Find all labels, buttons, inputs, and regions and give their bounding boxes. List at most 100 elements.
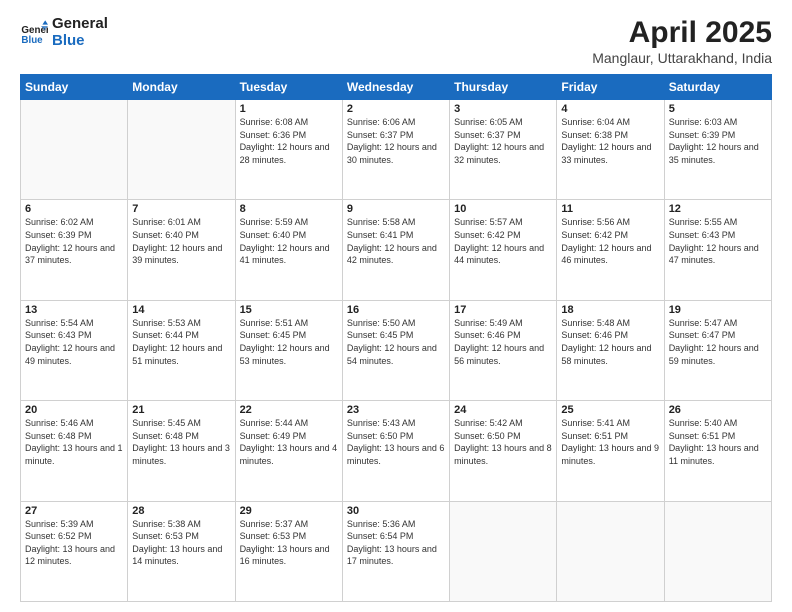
day-info: Sunrise: 5:47 AM Sunset: 6:47 PM Dayligh… xyxy=(669,317,767,367)
day-number: 6 xyxy=(25,203,123,215)
day-info: Sunrise: 5:53 AM Sunset: 6:44 PM Dayligh… xyxy=(132,317,230,367)
day-number: 13 xyxy=(25,304,123,316)
svg-text:Blue: Blue xyxy=(21,34,43,45)
calendar-cell: 1Sunrise: 6:08 AM Sunset: 6:36 PM Daylig… xyxy=(235,100,342,200)
day-info: Sunrise: 5:42 AM Sunset: 6:50 PM Dayligh… xyxy=(454,417,552,467)
day-number: 29 xyxy=(240,505,338,517)
day-number: 16 xyxy=(347,304,445,316)
calendar-body: 1Sunrise: 6:08 AM Sunset: 6:36 PM Daylig… xyxy=(21,100,772,602)
day-number: 24 xyxy=(454,404,552,416)
day-info: Sunrise: 5:50 AM Sunset: 6:45 PM Dayligh… xyxy=(347,317,445,367)
day-number: 3 xyxy=(454,103,552,115)
day-info: Sunrise: 5:51 AM Sunset: 6:45 PM Dayligh… xyxy=(240,317,338,367)
calendar-cell: 28Sunrise: 5:38 AM Sunset: 6:53 PM Dayli… xyxy=(128,501,235,601)
day-info: Sunrise: 5:43 AM Sunset: 6:50 PM Dayligh… xyxy=(347,417,445,467)
day-number: 17 xyxy=(454,304,552,316)
day-info: Sunrise: 5:37 AM Sunset: 6:53 PM Dayligh… xyxy=(240,518,338,568)
calendar-cell: 10Sunrise: 5:57 AM Sunset: 6:42 PM Dayli… xyxy=(450,200,557,300)
calendar-cell xyxy=(128,100,235,200)
calendar-cell: 3Sunrise: 6:05 AM Sunset: 6:37 PM Daylig… xyxy=(450,100,557,200)
day-number: 18 xyxy=(561,304,659,316)
calendar-cell: 11Sunrise: 5:56 AM Sunset: 6:42 PM Dayli… xyxy=(557,200,664,300)
calendar-cell: 18Sunrise: 5:48 AM Sunset: 6:46 PM Dayli… xyxy=(557,300,664,400)
calendar-cell: 21Sunrise: 5:45 AM Sunset: 6:48 PM Dayli… xyxy=(128,401,235,501)
calendar-cell: 27Sunrise: 5:39 AM Sunset: 6:52 PM Dayli… xyxy=(21,501,128,601)
calendar-header: Sunday Monday Tuesday Wednesday Thursday… xyxy=(21,75,772,100)
day-info: Sunrise: 5:38 AM Sunset: 6:53 PM Dayligh… xyxy=(132,518,230,568)
day-info: Sunrise: 5:45 AM Sunset: 6:48 PM Dayligh… xyxy=(132,417,230,467)
header-saturday: Saturday xyxy=(664,75,771,100)
calendar-cell: 6Sunrise: 6:02 AM Sunset: 6:39 PM Daylig… xyxy=(21,200,128,300)
calendar-cell: 24Sunrise: 5:42 AM Sunset: 6:50 PM Dayli… xyxy=(450,401,557,501)
calendar-cell: 16Sunrise: 5:50 AM Sunset: 6:45 PM Dayli… xyxy=(342,300,449,400)
calendar-cell: 9Sunrise: 5:58 AM Sunset: 6:41 PM Daylig… xyxy=(342,200,449,300)
day-info: Sunrise: 6:05 AM Sunset: 6:37 PM Dayligh… xyxy=(454,116,552,166)
day-number: 19 xyxy=(669,304,767,316)
logo-line1: General xyxy=(52,16,108,33)
day-number: 4 xyxy=(561,103,659,115)
calendar-cell: 2Sunrise: 6:06 AM Sunset: 6:37 PM Daylig… xyxy=(342,100,449,200)
day-info: Sunrise: 5:39 AM Sunset: 6:52 PM Dayligh… xyxy=(25,518,123,568)
calendar-cell: 13Sunrise: 5:54 AM Sunset: 6:43 PM Dayli… xyxy=(21,300,128,400)
day-info: Sunrise: 5:58 AM Sunset: 6:41 PM Dayligh… xyxy=(347,216,445,266)
calendar-week-0: 1Sunrise: 6:08 AM Sunset: 6:36 PM Daylig… xyxy=(21,100,772,200)
calendar-cell xyxy=(21,100,128,200)
day-info: Sunrise: 5:41 AM Sunset: 6:51 PM Dayligh… xyxy=(561,417,659,467)
day-number: 9 xyxy=(347,203,445,215)
calendar-cell: 30Sunrise: 5:36 AM Sunset: 6:54 PM Dayli… xyxy=(342,501,449,601)
day-info: Sunrise: 5:49 AM Sunset: 6:46 PM Dayligh… xyxy=(454,317,552,367)
day-info: Sunrise: 6:08 AM Sunset: 6:36 PM Dayligh… xyxy=(240,116,338,166)
title-section: April 2025 Manglaur, Uttarakhand, India xyxy=(592,16,772,66)
calendar-cell xyxy=(450,501,557,601)
calendar-cell: 23Sunrise: 5:43 AM Sunset: 6:50 PM Dayli… xyxy=(342,401,449,501)
calendar-table: Sunday Monday Tuesday Wednesday Thursday… xyxy=(20,74,772,602)
day-number: 23 xyxy=(347,404,445,416)
day-info: Sunrise: 5:46 AM Sunset: 6:48 PM Dayligh… xyxy=(25,417,123,467)
day-info: Sunrise: 6:02 AM Sunset: 6:39 PM Dayligh… xyxy=(25,216,123,266)
day-info: Sunrise: 5:44 AM Sunset: 6:49 PM Dayligh… xyxy=(240,417,338,467)
day-number: 14 xyxy=(132,304,230,316)
calendar-cell: 22Sunrise: 5:44 AM Sunset: 6:49 PM Dayli… xyxy=(235,401,342,501)
calendar-week-1: 6Sunrise: 6:02 AM Sunset: 6:39 PM Daylig… xyxy=(21,200,772,300)
calendar-cell: 17Sunrise: 5:49 AM Sunset: 6:46 PM Dayli… xyxy=(450,300,557,400)
day-number: 28 xyxy=(132,505,230,517)
calendar-cell: 26Sunrise: 5:40 AM Sunset: 6:51 PM Dayli… xyxy=(664,401,771,501)
day-info: Sunrise: 5:59 AM Sunset: 6:40 PM Dayligh… xyxy=(240,216,338,266)
calendar-cell: 4Sunrise: 6:04 AM Sunset: 6:38 PM Daylig… xyxy=(557,100,664,200)
page-subtitle: Manglaur, Uttarakhand, India xyxy=(592,50,772,66)
day-number: 15 xyxy=(240,304,338,316)
day-number: 11 xyxy=(561,203,659,215)
logo-line2: Blue xyxy=(52,33,108,50)
logo-icon: General Blue xyxy=(20,19,48,47)
day-number: 8 xyxy=(240,203,338,215)
calendar-cell: 25Sunrise: 5:41 AM Sunset: 6:51 PM Dayli… xyxy=(557,401,664,501)
day-number: 2 xyxy=(347,103,445,115)
calendar-cell: 29Sunrise: 5:37 AM Sunset: 6:53 PM Dayli… xyxy=(235,501,342,601)
day-number: 10 xyxy=(454,203,552,215)
calendar-cell: 19Sunrise: 5:47 AM Sunset: 6:47 PM Dayli… xyxy=(664,300,771,400)
header-row: Sunday Monday Tuesday Wednesday Thursday… xyxy=(21,75,772,100)
calendar-cell xyxy=(664,501,771,601)
day-info: Sunrise: 5:48 AM Sunset: 6:46 PM Dayligh… xyxy=(561,317,659,367)
day-number: 25 xyxy=(561,404,659,416)
day-number: 30 xyxy=(347,505,445,517)
calendar-week-2: 13Sunrise: 5:54 AM Sunset: 6:43 PM Dayli… xyxy=(21,300,772,400)
day-info: Sunrise: 5:40 AM Sunset: 6:51 PM Dayligh… xyxy=(669,417,767,467)
day-info: Sunrise: 6:06 AM Sunset: 6:37 PM Dayligh… xyxy=(347,116,445,166)
calendar-cell: 20Sunrise: 5:46 AM Sunset: 6:48 PM Dayli… xyxy=(21,401,128,501)
day-number: 22 xyxy=(240,404,338,416)
day-number: 5 xyxy=(669,103,767,115)
calendar-week-3: 20Sunrise: 5:46 AM Sunset: 6:48 PM Dayli… xyxy=(21,401,772,501)
header-wednesday: Wednesday xyxy=(342,75,449,100)
day-info: Sunrise: 6:03 AM Sunset: 6:39 PM Dayligh… xyxy=(669,116,767,166)
day-number: 20 xyxy=(25,404,123,416)
day-number: 21 xyxy=(132,404,230,416)
calendar-cell: 12Sunrise: 5:55 AM Sunset: 6:43 PM Dayli… xyxy=(664,200,771,300)
calendar-cell: 5Sunrise: 6:03 AM Sunset: 6:39 PM Daylig… xyxy=(664,100,771,200)
day-number: 27 xyxy=(25,505,123,517)
day-number: 26 xyxy=(669,404,767,416)
day-info: Sunrise: 5:54 AM Sunset: 6:43 PM Dayligh… xyxy=(25,317,123,367)
day-info: Sunrise: 5:36 AM Sunset: 6:54 PM Dayligh… xyxy=(347,518,445,568)
calendar-week-4: 27Sunrise: 5:39 AM Sunset: 6:52 PM Dayli… xyxy=(21,501,772,601)
header-friday: Friday xyxy=(557,75,664,100)
